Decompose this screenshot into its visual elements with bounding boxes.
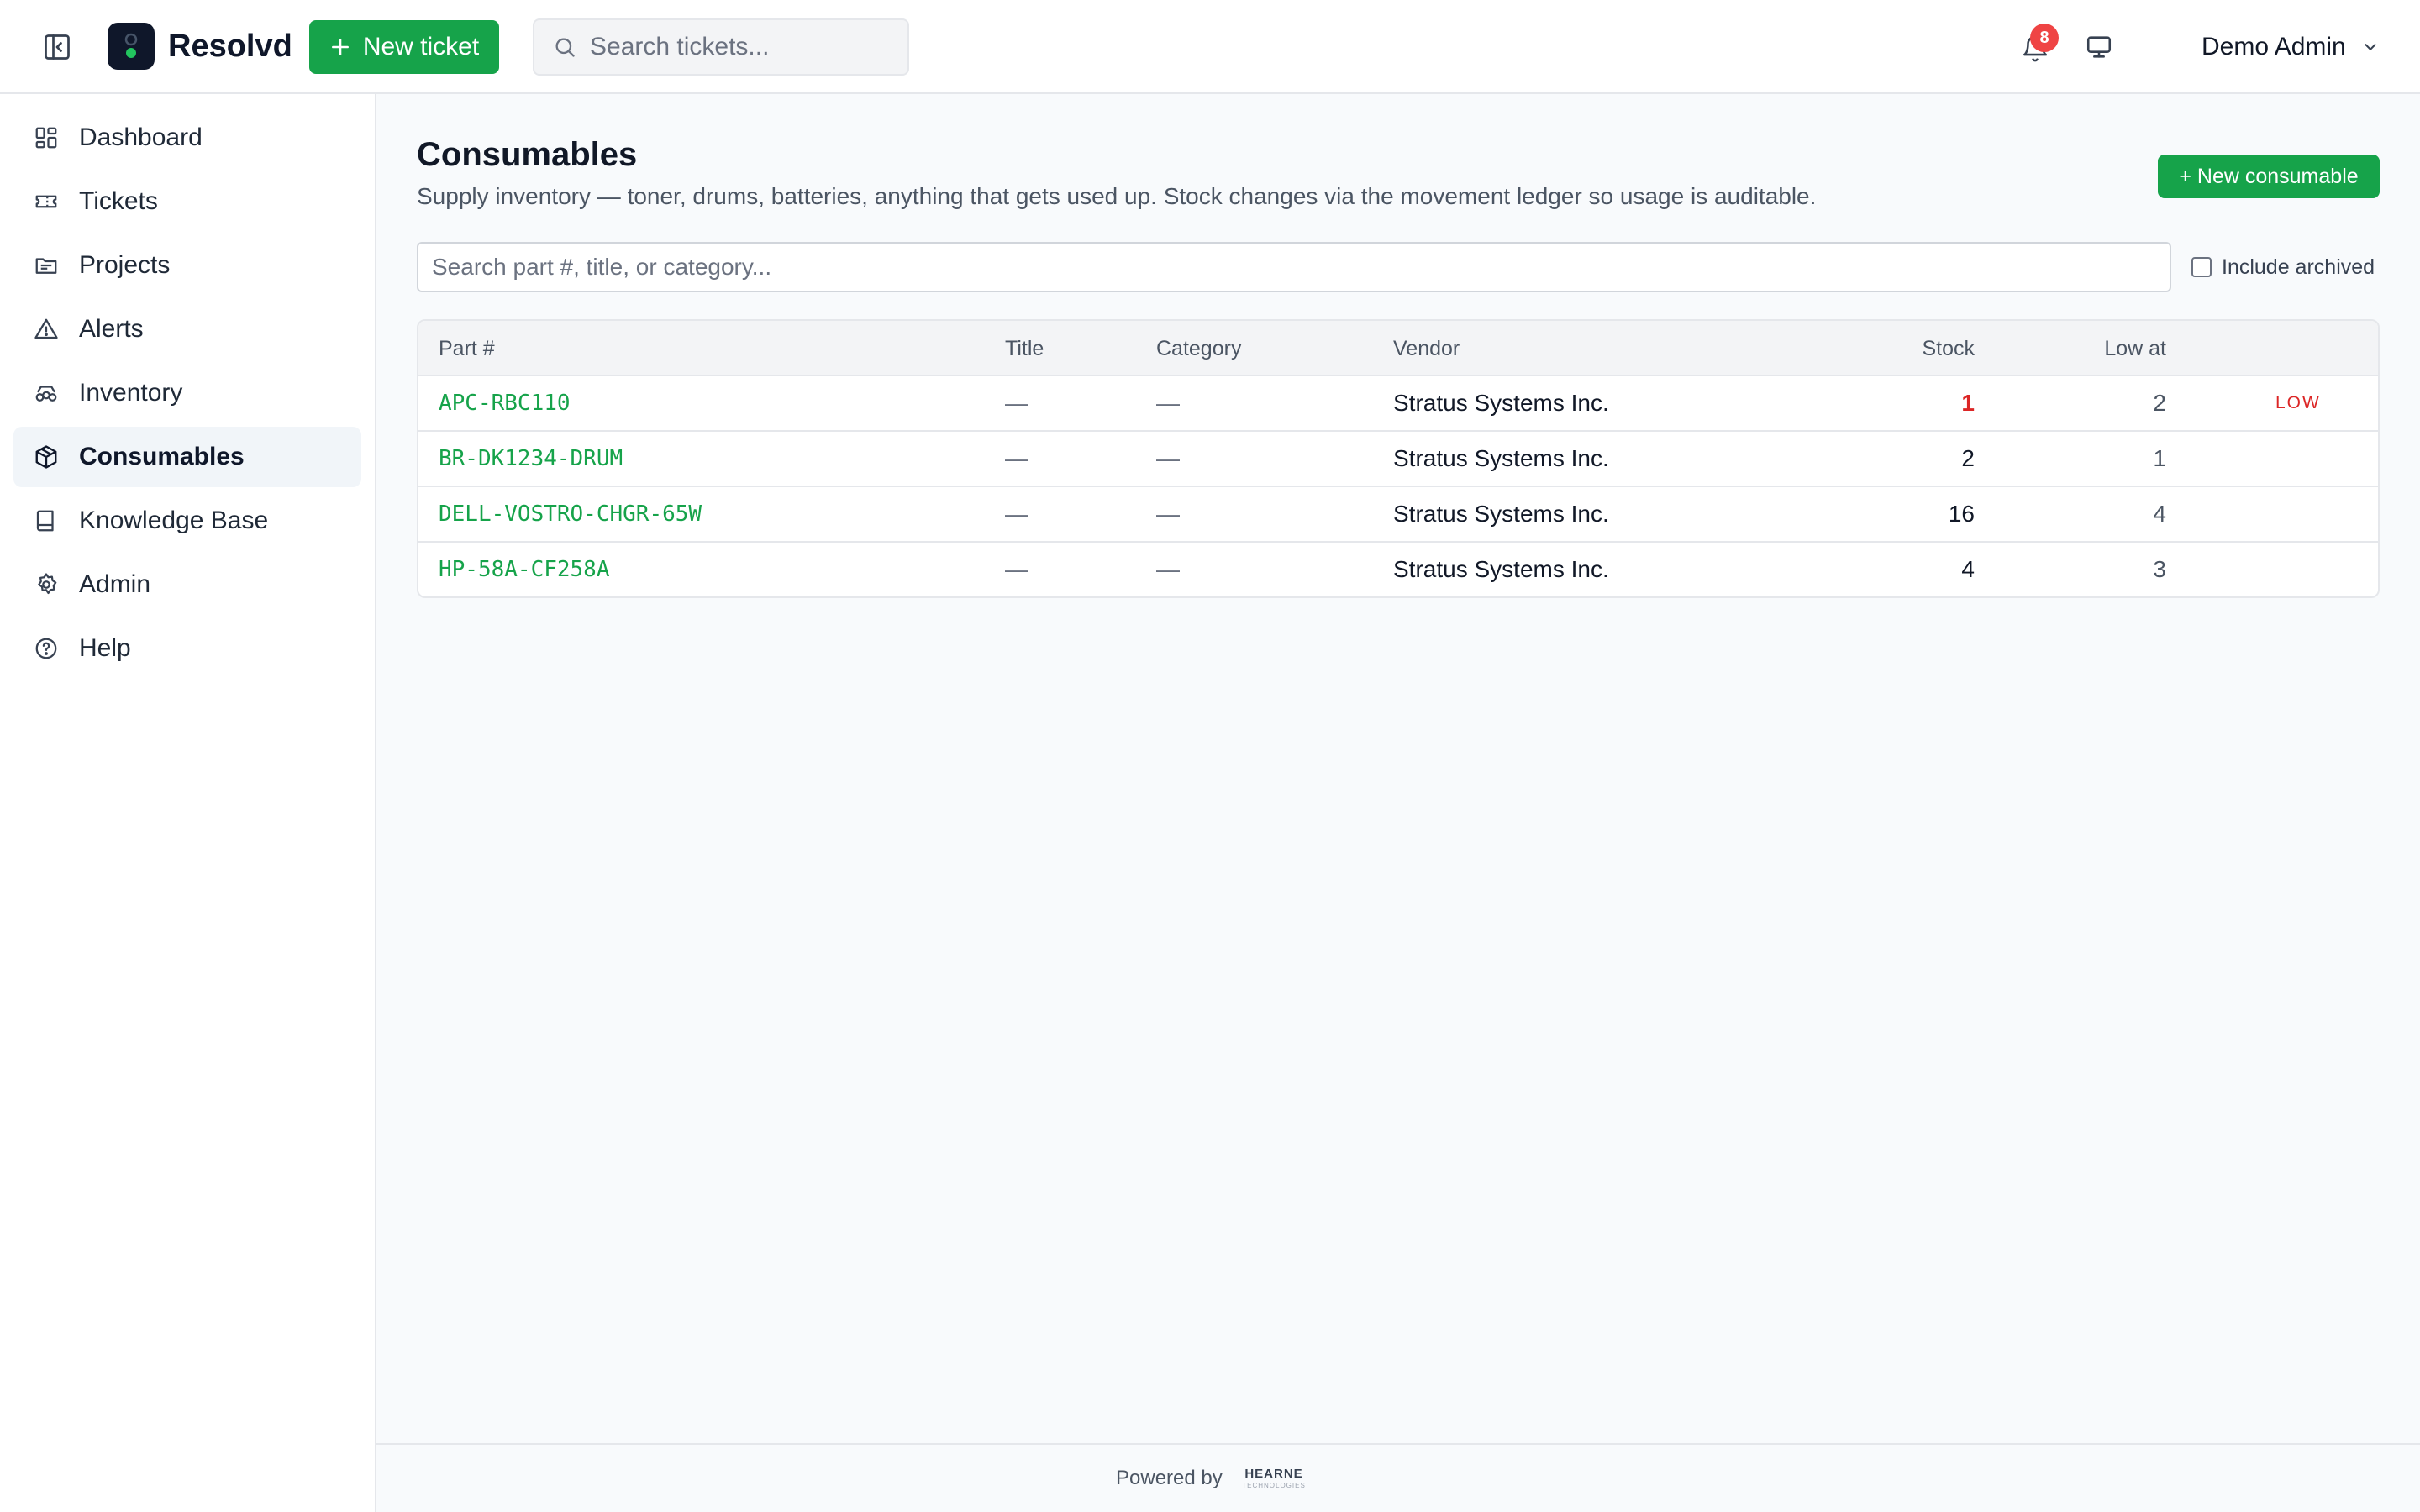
table-row[interactable]: DELL-VOSTRO-CHGR-65W — — Stratus Systems…	[418, 487, 2378, 543]
table-row[interactable]: APC-RBC110 — — Stratus Systems Inc. 1 2 …	[418, 376, 2378, 432]
vendor-cell: Stratus Systems Inc.	[1393, 501, 1609, 527]
vendor-cell: Stratus Systems Inc.	[1393, 390, 1609, 416]
alert-icon	[34, 318, 58, 339]
stock-cell: 16	[1948, 501, 1975, 527]
help-icon	[35, 638, 57, 659]
ticket-search	[533, 18, 909, 76]
new-ticket-label: New ticket	[362, 33, 480, 60]
sidebar-item-label: Knowledge Base	[79, 507, 269, 534]
category-cell: —	[1156, 501, 1180, 527]
stock-cell: 4	[1961, 556, 1975, 582]
dashboard-icon	[35, 127, 57, 149]
projects-icon	[35, 258, 57, 274]
new-consumable-button[interactable]: + New consumable	[2158, 155, 2380, 198]
sidebar-item-projects[interactable]: Projects	[13, 235, 361, 296]
hearne-logo[interactable]: HEARNE TECHNOLOGIES	[1242, 1462, 1306, 1495]
sidebar-item-dashboard[interactable]: Dashboard	[13, 108, 361, 168]
page-subtitle: Supply inventory — toner, drums, batteri…	[417, 183, 1817, 209]
hearne-logo-sub: TECHNOLOGIES	[1242, 1482, 1306, 1489]
consumables-table: Part # Title Category Vendor Stock Low a…	[417, 319, 2380, 598]
footer: Powered by HEARNE TECHNOLOGIES	[376, 1443, 2420, 1512]
page-title: Consumables	[417, 136, 638, 173]
sidebar-item-label: Projects	[79, 251, 171, 279]
logo-icon	[108, 23, 155, 70]
sidebar-item-label: Inventory	[79, 379, 183, 407]
gear-icon	[38, 573, 57, 595]
chevron-down-icon	[2365, 44, 2376, 50]
sidebar-item-label: Alerts	[79, 315, 144, 343]
sidebar-item-label: Consumables	[79, 443, 245, 470]
sidebar-toggle-icon[interactable]	[37, 29, 77, 66]
column-header-stock[interactable]: Stock	[1874, 321, 1975, 376]
sidebar-item-knowledge-base[interactable]: Knowledge Base	[13, 491, 361, 551]
title-cell: —	[1005, 390, 1028, 416]
sidebar-item-label: Admin	[79, 570, 151, 598]
title-cell: —	[1005, 445, 1028, 471]
column-header-low-at[interactable]: Low at	[2065, 321, 2166, 376]
part-number-link[interactable]: BR-DK1234-DRUM	[439, 432, 623, 486]
user-name: Demo Admin	[2202, 33, 2346, 60]
search-icon	[555, 38, 575, 57]
column-header-title[interactable]: Title	[1005, 321, 1044, 376]
include-archived-checkbox[interactable]	[2191, 257, 2212, 277]
low-at-cell: 3	[2153, 556, 2166, 582]
sidebar-item-label: Help	[79, 634, 131, 662]
monitor-icon[interactable]	[2079, 29, 2119, 66]
powered-by-text: Powered by	[1116, 1467, 1223, 1489]
low-stock-badge: LOW	[2275, 393, 2321, 412]
sidebar-item-consumables[interactable]: Consumables	[13, 427, 361, 487]
column-header-part[interactable]: Part #	[439, 321, 495, 376]
box-icon	[35, 445, 57, 469]
stock-cell: 2	[1961, 445, 1975, 471]
category-cell: —	[1156, 556, 1180, 582]
top-bar: Resolvd New ticket 8 Demo Admin	[0, 0, 2420, 94]
main-content: Consumables Supply inventory — toner, dr…	[376, 94, 2420, 1512]
hearne-logo-name: HEARNE	[1244, 1467, 1303, 1481]
table-row[interactable]: BR-DK1234-DRUM — — Stratus Systems Inc. …	[418, 432, 2378, 487]
low-at-cell: 1	[2153, 445, 2166, 471]
title-cell: —	[1005, 556, 1028, 582]
sidebar-item-label: Dashboard	[79, 123, 203, 151]
category-cell: —	[1156, 445, 1180, 471]
part-number-link[interactable]: APC-RBC110	[439, 376, 571, 430]
table-header: Part # Title Category Vendor Stock Low a…	[418, 321, 2378, 376]
part-number-link[interactable]: DELL-VOSTRO-CHGR-65W	[439, 487, 702, 541]
category-cell: —	[1156, 390, 1180, 416]
inventory-icon	[35, 386, 57, 402]
app-name: Resolvd	[168, 29, 292, 64]
sidebar-item-alerts[interactable]: Alerts	[13, 299, 361, 360]
low-at-cell: 2	[2153, 390, 2166, 416]
notification-badge: 8	[2030, 24, 2059, 52]
part-number-link[interactable]: HP-58A-CF258A	[439, 543, 610, 596]
consumable-search-input[interactable]	[417, 242, 2171, 292]
book-icon	[36, 510, 54, 532]
low-at-cell: 4	[2153, 501, 2166, 527]
include-archived-toggle: Include archived	[2191, 250, 2375, 284]
sidebar: Dashboard Tickets Projects Alerts Invent…	[0, 94, 376, 1512]
vendor-cell: Stratus Systems Inc.	[1393, 445, 1609, 471]
column-header-vendor[interactable]: Vendor	[1393, 321, 1460, 376]
table-row[interactable]: HP-58A-CF258A — — Stratus Systems Inc. 4…	[418, 543, 2378, 596]
title-cell: —	[1005, 501, 1028, 527]
sidebar-item-tickets[interactable]: Tickets	[13, 171, 361, 232]
column-header-category[interactable]: Category	[1156, 321, 1241, 376]
sidebar-item-admin[interactable]: Admin	[13, 554, 361, 615]
search-tickets-input[interactable]	[590, 33, 892, 61]
ticket-icon	[35, 195, 57, 208]
plus-icon	[331, 39, 349, 55]
stock-cell: 1	[1961, 390, 1975, 416]
vendor-cell: Stratus Systems Inc.	[1393, 556, 1609, 582]
sidebar-item-label: Tickets	[79, 187, 158, 215]
new-ticket-button[interactable]: New ticket	[309, 20, 499, 74]
sidebar-item-inventory[interactable]: Inventory	[13, 363, 361, 423]
include-archived-label: Include archived	[2222, 255, 2375, 279]
user-menu[interactable]: Demo Admin	[2202, 25, 2380, 69]
sidebar-item-help[interactable]: Help	[13, 618, 361, 679]
